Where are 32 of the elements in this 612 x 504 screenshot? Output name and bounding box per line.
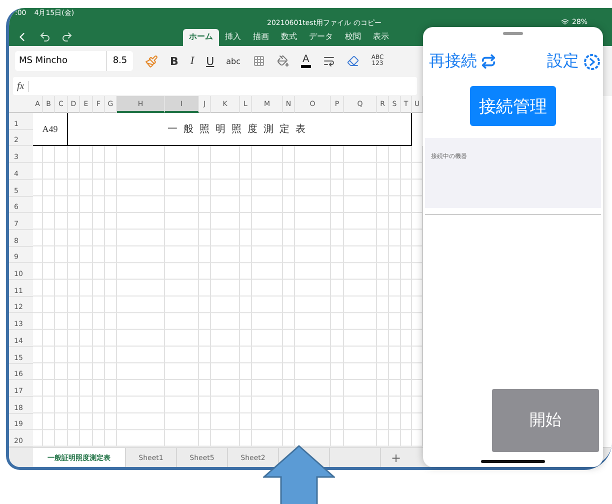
- ribbon-tab[interactable]: 表示: [367, 29, 395, 46]
- ribbon-tab[interactable]: 校閲: [339, 29, 367, 46]
- table-cell: A49: [33, 113, 68, 146]
- ribbon-tab[interactable]: 数式: [275, 29, 303, 46]
- wifi-icon: [561, 18, 569, 26]
- connection-manage-button[interactable]: 接続管理: [470, 86, 556, 126]
- eraser-icon[interactable]: [347, 55, 360, 67]
- settings-button[interactable]: 設定: [547, 51, 601, 72]
- home-indicator: [481, 460, 545, 463]
- ribbon-tab[interactable]: ホーム: [183, 29, 219, 46]
- italic-button[interactable]: I: [190, 55, 194, 67]
- paint-bucket-icon[interactable]: [276, 55, 289, 67]
- sheet-title: 一般照明照度測定表: [68, 113, 412, 146]
- settings-icon[interactable]: [583, 52, 601, 70]
- redo-icon[interactable]: [61, 30, 73, 42]
- formula-field[interactable]: fx: [13, 77, 417, 95]
- add-sheet-button[interactable]: +: [381, 448, 411, 467]
- paintbrush-icon[interactable]: [145, 54, 158, 68]
- reconnect-button[interactable]: 再接続: [429, 51, 496, 72]
- repeat-icon[interactable]: [481, 54, 496, 69]
- undo-icon[interactable]: [39, 30, 51, 42]
- ribbon-tab[interactable]: 挿入: [219, 29, 247, 46]
- grabber-handle[interactable]: [503, 32, 523, 35]
- bold-button[interactable]: B: [170, 54, 178, 68]
- ribbon-tab[interactable]: データ: [303, 29, 339, 46]
- font-color-button[interactable]: A: [300, 54, 312, 68]
- borders-icon[interactable]: [252, 55, 265, 67]
- ribbon-tab[interactable]: 描画: [247, 29, 275, 46]
- underline-button[interactable]: U: [206, 54, 214, 68]
- strikethrough-button[interactable]: abc: [226, 56, 241, 66]
- font-field[interactable]: MS Mincho 8.5: [15, 51, 133, 71]
- wrap-text-icon[interactable]: [323, 55, 336, 67]
